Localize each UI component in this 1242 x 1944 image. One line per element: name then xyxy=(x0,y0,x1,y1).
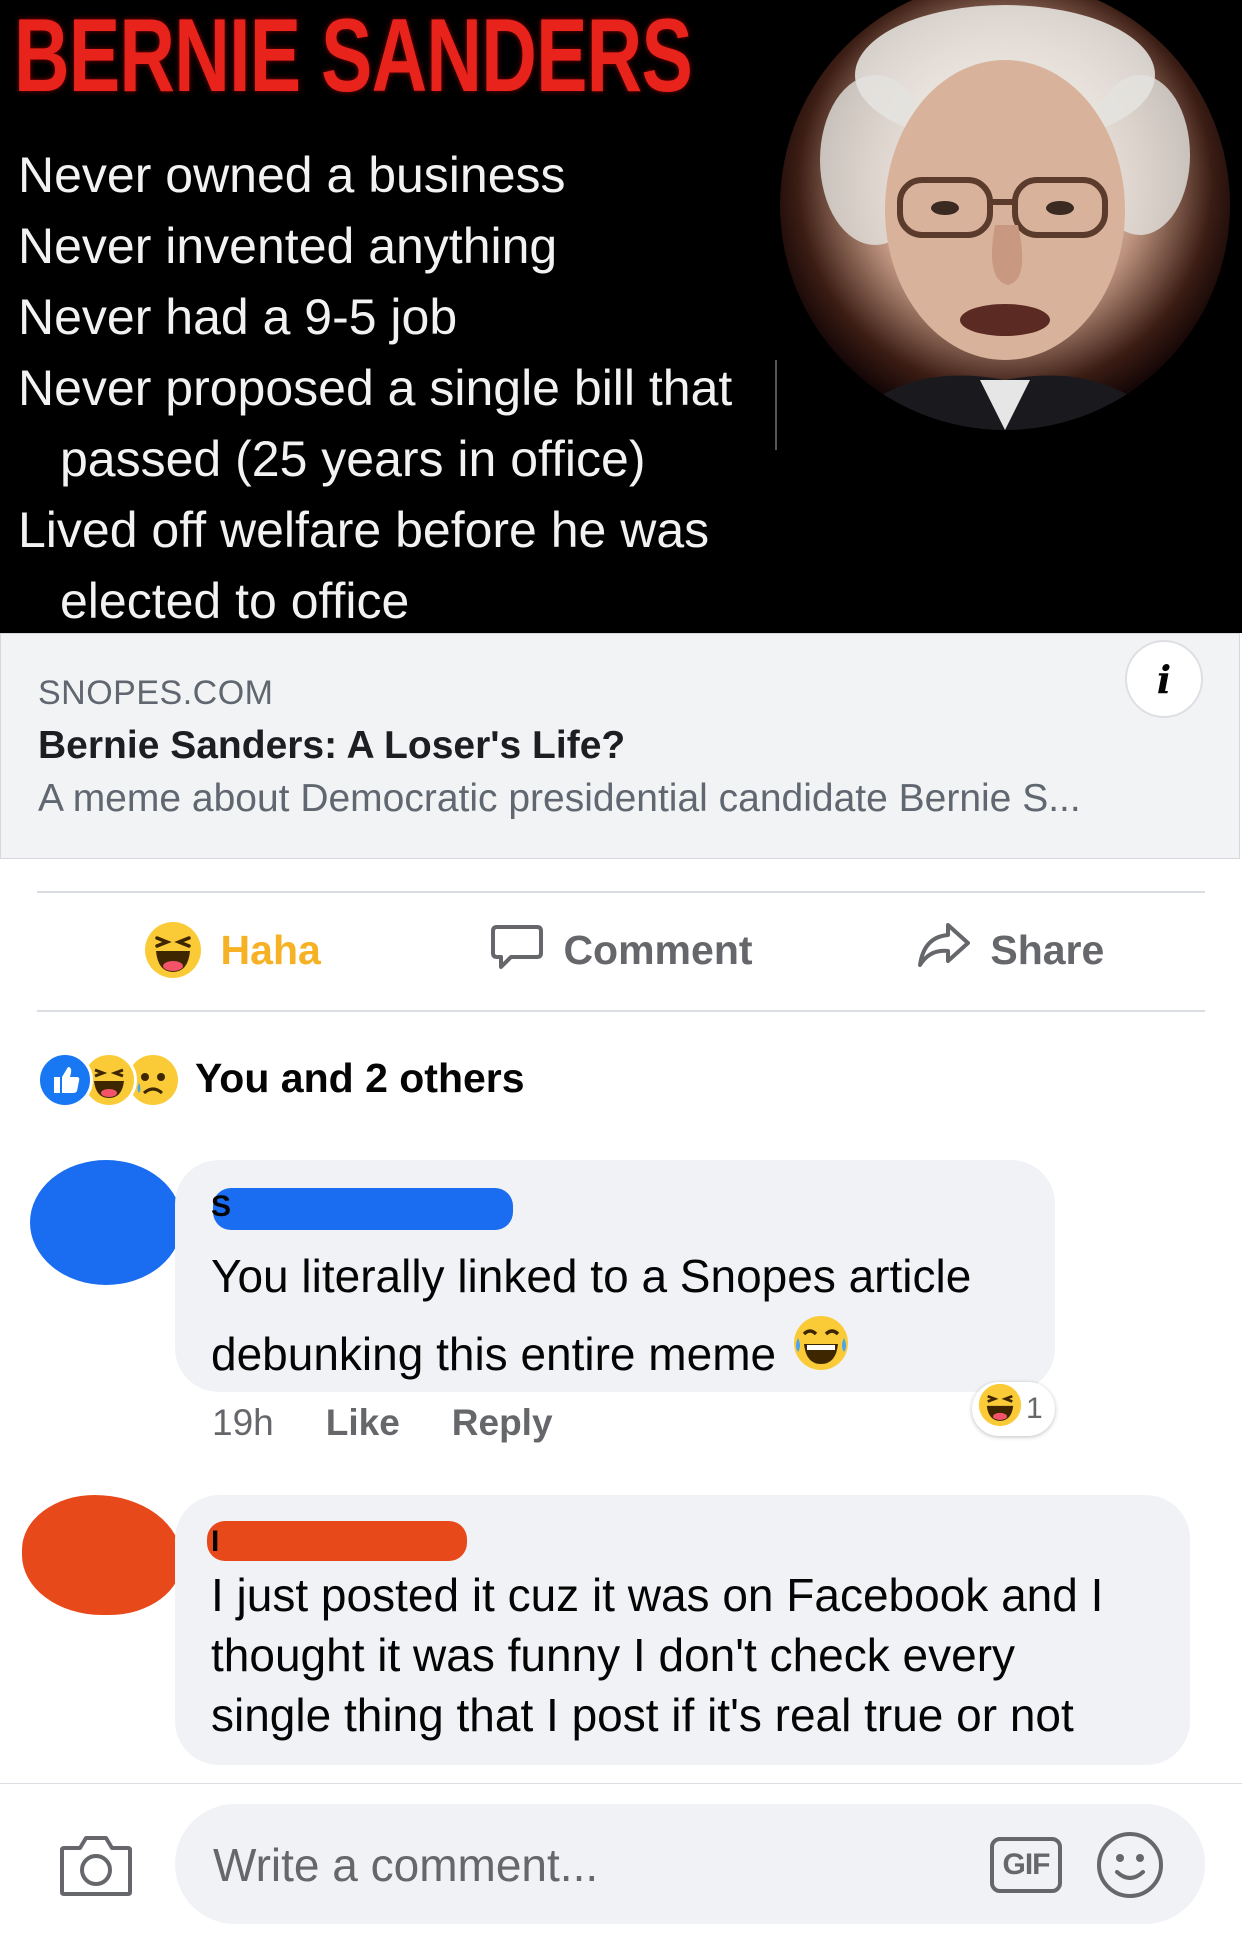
avatar[interactable] xyxy=(30,1160,182,1285)
gif-button[interactable]: GIF xyxy=(990,1837,1062,1893)
comment-line: You literally linked to a Snopes article xyxy=(211,1250,972,1302)
haha-icon xyxy=(143,920,203,980)
comment-text: I just posted it cuz it was on Facebook … xyxy=(211,1565,1103,1745)
meme-text-lines: Never owned a business Never invented an… xyxy=(18,140,732,633)
emoji-icon[interactable] xyxy=(1095,1830,1165,1900)
share-label: Share xyxy=(990,926,1105,973)
comment-meta: 19h Like Reply xyxy=(212,1402,553,1444)
reactions-summary[interactable]: You and 2 others xyxy=(37,1048,525,1108)
author-name[interactable]: S xyxy=(211,1190,231,1224)
meme-line: Never invented anything xyxy=(18,218,558,274)
link-domain: SNOPES.COM xyxy=(38,674,274,712)
meme-line: Lived off welfare before he was xyxy=(18,502,710,558)
share-button[interactable]: Share xyxy=(816,892,1205,1008)
comment-button[interactable]: Comment xyxy=(426,892,815,1008)
comment-line: I just posted it cuz it was on Facebook … xyxy=(211,1569,1104,1621)
info-icon[interactable]: i xyxy=(1125,640,1203,718)
comment-input-placeholder: Write a comment... xyxy=(213,1839,599,1891)
comment-like-button[interactable]: Like xyxy=(326,1402,400,1444)
comment-composer: Write a comment... GIF xyxy=(0,1783,1242,1944)
comment-line: single thing that I post if it's real tr… xyxy=(211,1689,1074,1741)
post-action-bar: Haha Comment Share xyxy=(37,892,1205,1008)
reaction-count: 1 xyxy=(1026,1392,1043,1425)
comment-icon xyxy=(489,917,545,983)
portrait-illustration xyxy=(820,5,1190,430)
comment-bubble[interactable]: I I just posted it cuz it was on Faceboo… xyxy=(175,1495,1190,1765)
comment-line-text: debunking this entire meme xyxy=(211,1328,777,1380)
divider xyxy=(37,1010,1205,1012)
haha-button[interactable]: Haha xyxy=(37,892,426,1008)
meme-line: Never had a 9-5 job xyxy=(18,289,458,345)
share-icon xyxy=(916,917,972,983)
comment-line: thought it was funny I don't check every xyxy=(211,1629,1016,1681)
meme-image[interactable]: BERNIE SANDERS Never owned a business Ne… xyxy=(0,0,1242,633)
haha-label: Haha xyxy=(220,926,321,973)
comment-bubble[interactable]: S You literally linked to a Snopes artic… xyxy=(175,1160,1055,1392)
link-description: A meme about Democratic presidential can… xyxy=(38,777,1081,820)
meme-line: elected to office xyxy=(60,573,410,629)
like-icon xyxy=(37,1052,93,1108)
comment-text: You literally linked to a Snopes article… xyxy=(211,1238,971,1394)
meme-line: passed (25 years in office) xyxy=(60,431,646,487)
laughing-tears-icon xyxy=(792,1314,850,1394)
meme-line: Never proposed a single bill that xyxy=(18,360,733,416)
link-title: Bernie Sanders: A Loser's Life? xyxy=(38,724,626,767)
comment-reply-button[interactable]: Reply xyxy=(452,1402,553,1444)
comment-label: Comment xyxy=(563,926,753,973)
meme-title: BERNIE SANDERS xyxy=(14,0,693,114)
comment-reaction-count[interactable]: 1 xyxy=(972,1382,1055,1436)
haha-icon xyxy=(978,1383,1022,1435)
author-name[interactable]: I xyxy=(211,1525,219,1559)
meme-line: Never owned a business xyxy=(18,147,566,203)
reactions-summary-text: You and 2 others xyxy=(195,1054,525,1101)
comment-time: 19h xyxy=(212,1402,274,1443)
redacted-author-name xyxy=(207,1521,467,1561)
avatar[interactable] xyxy=(22,1495,182,1615)
reaction-icons xyxy=(37,1052,187,1108)
link-preview-card[interactable]: SNOPES.COM Bernie Sanders: A Loser's Lif… xyxy=(0,633,1240,859)
comment-line: debunking this entire meme xyxy=(211,1314,971,1394)
redacted-author-name xyxy=(213,1188,513,1230)
camera-icon[interactable] xyxy=(58,1832,134,1898)
portrait-photo xyxy=(780,0,1230,430)
comment-input[interactable]: Write a comment... GIF xyxy=(175,1804,1205,1924)
meme-divider xyxy=(775,360,777,450)
